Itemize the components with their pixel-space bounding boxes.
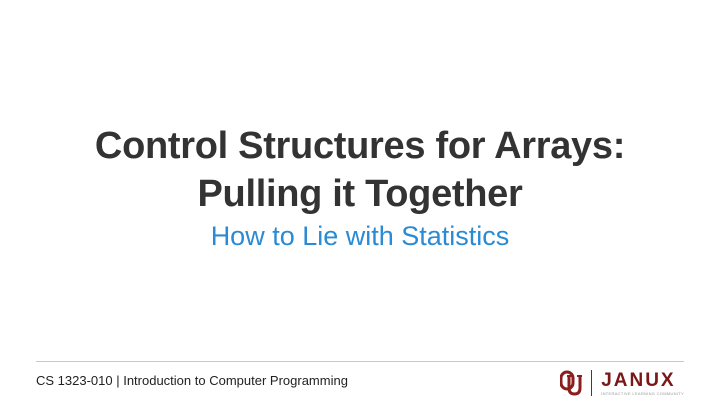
ou-interlocking-logo-icon xyxy=(560,370,583,396)
janux-logo: JANUX INTERACTIVE LEARNING COMMUNITY xyxy=(601,369,684,396)
slide: Control Structures for Arrays: Pulling i… xyxy=(0,0,720,405)
janux-tagline: INTERACTIVE LEARNING COMMUNITY xyxy=(601,390,684,396)
logo-area: JANUX INTERACTIVE LEARNING COMMUNITY xyxy=(560,368,684,398)
title-block: Control Structures for Arrays: Pulling i… xyxy=(0,122,720,254)
slide-title-line-2: Pulling it Together xyxy=(197,173,523,215)
slide-subtitle: How to Lie with Statistics xyxy=(210,221,510,251)
course-footer: CS 1323-010 | Introduction to Computer P… xyxy=(36,373,348,388)
slide-title-line-1: Control Structures for Arrays: xyxy=(94,125,626,167)
footer-divider xyxy=(36,361,684,362)
janux-wordmark: JANUX xyxy=(601,369,676,391)
logo-separator xyxy=(591,370,593,396)
